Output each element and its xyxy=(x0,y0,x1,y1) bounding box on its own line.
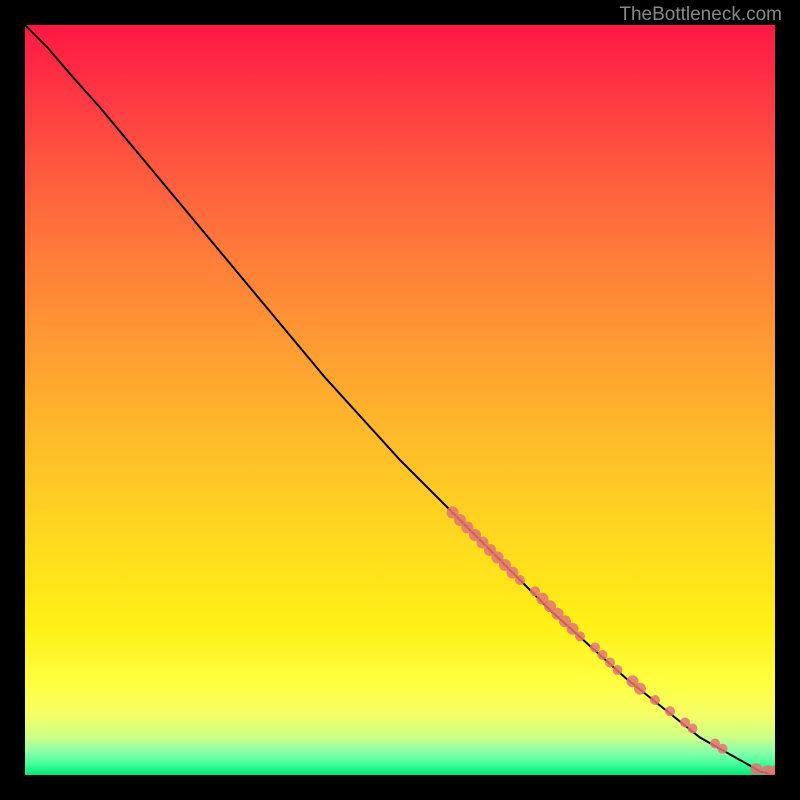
data-marker xyxy=(605,658,615,668)
data-marker xyxy=(665,706,675,716)
data-marker xyxy=(688,724,698,734)
data-marker xyxy=(575,631,585,641)
chart-svg xyxy=(25,25,775,775)
data-marker xyxy=(750,763,762,775)
data-marker xyxy=(613,665,623,675)
watermark-text: TheBottleneck.com xyxy=(619,4,782,26)
curve-line xyxy=(25,25,775,775)
data-marker xyxy=(634,683,646,695)
data-marker xyxy=(718,744,728,754)
markers-group xyxy=(447,507,776,776)
data-marker xyxy=(598,650,608,660)
plot-area xyxy=(25,25,775,775)
data-marker xyxy=(590,643,600,653)
data-marker xyxy=(650,695,660,705)
data-marker xyxy=(515,575,525,585)
